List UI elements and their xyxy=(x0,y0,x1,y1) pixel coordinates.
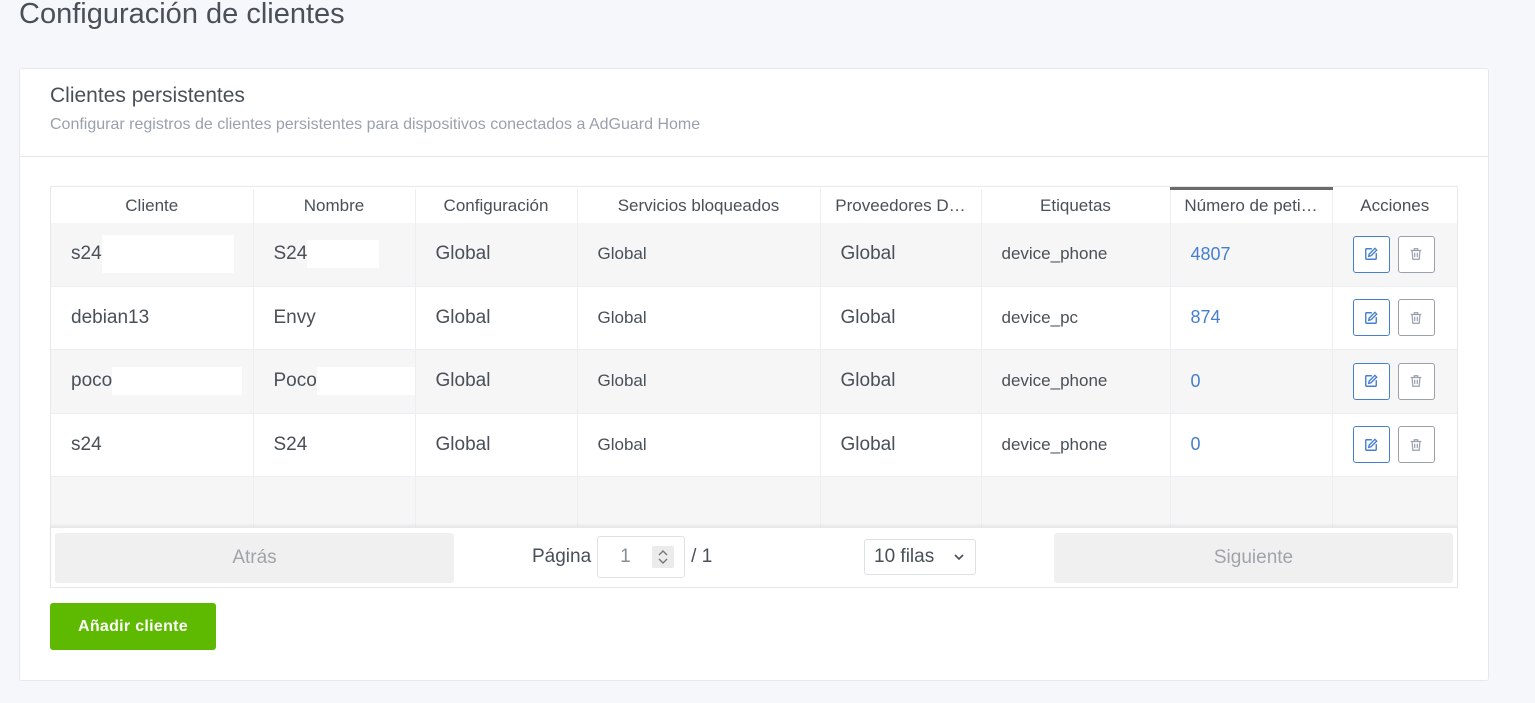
providers-cell: Global xyxy=(820,349,982,414)
name-value: Poco xyxy=(273,370,317,392)
tags-cell: device_phone xyxy=(981,413,1171,477)
config-cell: Global xyxy=(415,349,578,414)
tags-cell: device_pc xyxy=(981,286,1171,350)
rows-per-page-select[interactable]: 10 filas xyxy=(864,539,976,575)
name-cell: Envy xyxy=(253,286,416,350)
actions-cell xyxy=(1332,349,1457,414)
delete-button[interactable] xyxy=(1397,426,1435,464)
trash-icon xyxy=(1410,438,1422,451)
requests-link[interactable]: 0 xyxy=(1170,413,1333,477)
table-row: poco Poco Global Global Global device_ph… xyxy=(51,349,1457,414)
chevron-down-icon xyxy=(954,554,964,561)
card-subtitle: Configurar registros de clientes persist… xyxy=(50,116,701,133)
redaction-mask xyxy=(112,367,243,396)
page-total: / 1 xyxy=(691,546,713,567)
card-header: Clientes persistentes Configurar registr… xyxy=(20,69,1488,157)
requests-link[interactable]: 874 xyxy=(1170,286,1333,350)
trash-icon xyxy=(1410,311,1422,324)
tags-cell: device_phone xyxy=(981,222,1171,287)
client-cell: s24 xyxy=(51,413,254,477)
column-header-tags[interactable]: Etiquetas xyxy=(981,188,1171,223)
actions-cell xyxy=(1332,413,1457,477)
config-cell: Global xyxy=(415,413,578,477)
pagination: Atrás Página 1 / 1 10 filas Siguiente xyxy=(51,527,1457,587)
clients-table: Cliente Nombre Configuración Servicios b… xyxy=(50,186,1458,588)
edit-button[interactable] xyxy=(1352,235,1390,273)
column-header-actions: Acciones xyxy=(1332,189,1457,223)
edit-button[interactable] xyxy=(1352,299,1390,337)
page-number-input[interactable]: 1 xyxy=(597,536,686,578)
table-row: s24 S24 Global Global Global device_phon… xyxy=(51,222,1457,287)
services-cell: Global xyxy=(577,413,821,477)
requests-link[interactable]: 4807 xyxy=(1170,222,1333,287)
column-header-config[interactable]: Configuración xyxy=(415,188,578,223)
providers-cell: Global xyxy=(820,413,982,477)
providers-cell: Global xyxy=(820,222,982,287)
column-header-name[interactable]: Nombre xyxy=(253,188,416,223)
client-cell: s24 xyxy=(51,222,254,287)
client-value: poco xyxy=(71,370,113,392)
delete-button[interactable] xyxy=(1397,235,1435,273)
providers-cell: Global xyxy=(820,286,982,350)
column-header-requests[interactable]: Número de peti… xyxy=(1170,187,1333,223)
name-value: S24 xyxy=(273,243,308,265)
trash-icon xyxy=(1410,248,1422,260)
client-cell: debian13 xyxy=(51,286,254,350)
edit-icon xyxy=(1365,247,1378,260)
services-cell: Global xyxy=(577,286,821,350)
services-cell: Global xyxy=(577,349,821,414)
redaction-mask xyxy=(101,235,234,273)
persistent-clients-card: Clientes persistentes Configurar registr… xyxy=(19,68,1489,681)
actions-cell xyxy=(1332,222,1457,287)
redaction-mask xyxy=(307,240,380,268)
name-cell: S24 xyxy=(253,222,416,287)
table-row: s24 S24 Global Global Global device_phon… xyxy=(51,413,1457,477)
table-header-row: Cliente Nombre Configuración Servicios b… xyxy=(51,187,1457,223)
card-title: Clientes persistentes xyxy=(50,84,245,107)
config-cell: Global xyxy=(415,286,578,350)
spinner-icon[interactable] xyxy=(652,546,675,568)
column-header-providers[interactable]: Proveedores D… xyxy=(820,188,982,223)
edit-icon xyxy=(1365,311,1378,324)
table-row: debian13 Envy Global Global Global devic… xyxy=(51,286,1457,350)
column-header-services[interactable]: Servicios bloqueados xyxy=(577,188,821,223)
name-cell: S24 xyxy=(253,413,416,477)
page-number-value: 1 xyxy=(620,546,631,567)
trash-icon xyxy=(1410,375,1422,388)
delete-button[interactable] xyxy=(1397,362,1435,400)
config-cell: Global xyxy=(415,222,578,287)
page-indicator: Página 1 / 1 xyxy=(532,536,712,578)
column-header-client[interactable]: Cliente xyxy=(51,188,254,223)
services-cell: Global xyxy=(577,222,821,287)
add-client-button[interactable]: Añadir cliente xyxy=(50,603,216,650)
name-cell: Poco xyxy=(253,349,416,414)
rows-per-page-value: 10 filas xyxy=(874,546,935,567)
delete-button[interactable] xyxy=(1397,299,1435,337)
requests-link[interactable]: 0 xyxy=(1170,349,1333,414)
empty-row xyxy=(51,476,1457,532)
edit-button[interactable] xyxy=(1352,426,1390,464)
client-cell: poco xyxy=(51,349,254,414)
tags-cell: device_phone xyxy=(981,349,1171,414)
next-button[interactable]: Siguiente xyxy=(1054,533,1453,583)
redaction-mask xyxy=(316,367,414,396)
actions-cell xyxy=(1332,286,1457,350)
page-label: Página xyxy=(532,546,592,567)
previous-button[interactable]: Atrás xyxy=(55,533,454,583)
client-value: s24 xyxy=(71,243,102,265)
edit-button[interactable] xyxy=(1352,362,1390,400)
edit-icon xyxy=(1365,438,1378,451)
page-title: Configuración de clientes xyxy=(19,0,345,30)
edit-icon xyxy=(1365,374,1378,388)
